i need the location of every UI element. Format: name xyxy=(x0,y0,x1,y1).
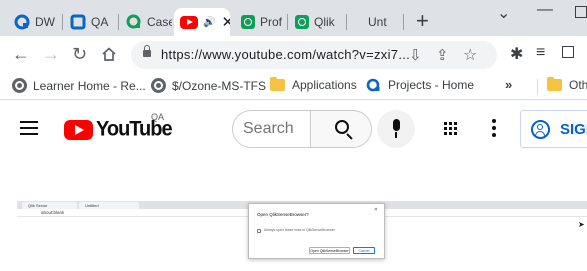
search-input[interactable]: Search xyxy=(232,110,310,148)
tab-separator xyxy=(62,14,63,30)
minimize-icon[interactable]: — xyxy=(537,1,553,19)
bookmark-label: Projects - Home xyxy=(388,78,475,92)
search-placeholder: Search xyxy=(243,120,294,137)
bookmark-label: Other xyxy=(569,78,587,92)
tab-dw[interactable]: DW xyxy=(8,8,63,36)
bookmark-learner-home[interactable]: Learner Home - Re... xyxy=(12,78,146,93)
youtube-play-icon xyxy=(64,119,93,140)
tab-label: DW xyxy=(35,15,55,29)
voice-search-button[interactable] xyxy=(377,110,415,148)
youtube-icon xyxy=(180,15,198,29)
forward-arrow-icon[interactable]: → xyxy=(42,45,60,63)
folder-icon xyxy=(547,77,562,91)
dialog-cancel-button: Cancel xyxy=(353,247,375,254)
search-button[interactable] xyxy=(310,110,372,148)
home-icon[interactable] xyxy=(101,46,117,62)
video-frame-browser: Qlik Sense Untitled about:blank Open Qli… xyxy=(17,201,587,271)
bookmarks-bar: Learner Home - Re... $/Ozone-MS-TFS Appl… xyxy=(0,73,587,100)
side-panel-icon[interactable] xyxy=(562,46,574,58)
share-icon[interactable]: ⇪ xyxy=(436,46,449,64)
mouse-cursor-icon: ➤ xyxy=(578,220,585,229)
bookmark-label: $/Ozone-MS-TFS xyxy=(172,78,267,93)
back-arrow-icon[interactable]: ← xyxy=(12,45,30,63)
close-icon[interactable]: ✕ xyxy=(221,13,230,31)
extensions-puzzle-icon[interactable]: ✱ xyxy=(510,44,523,64)
bookmark-star-icon[interactable]: ☆ xyxy=(463,45,477,65)
tab-youtube-active[interactable]: 🔊 ✕ xyxy=(174,8,230,36)
bookmark-projects-home[interactable]: Projects - Home xyxy=(366,78,474,92)
tab-strip: DW QA Case 🔊 ✕ Prof Qlik Unt + ⌄ — xyxy=(0,0,587,36)
bookmark-divider xyxy=(537,79,538,95)
tab-separator xyxy=(118,14,119,30)
tab-separator xyxy=(287,14,288,30)
green-search-icon xyxy=(241,15,255,29)
tab-untitled[interactable]: Unt xyxy=(362,8,404,36)
audio-icon[interactable]: 🔊 xyxy=(203,17,215,28)
qlik-q-icon xyxy=(14,14,30,30)
lock-icon[interactable] xyxy=(143,45,151,58)
more-bookmarks-chevron[interactable]: » xyxy=(505,77,512,92)
install-app-icon[interactable]: ⇩ xyxy=(409,46,422,64)
globe-icon xyxy=(151,78,166,93)
green-search-icon xyxy=(295,15,309,29)
tab-label: Case xyxy=(147,15,172,29)
qlik-q-icon xyxy=(70,14,86,30)
user-avatar-icon xyxy=(531,119,550,139)
tab-separator xyxy=(403,14,404,30)
region-code: QA xyxy=(151,112,165,122)
hamburger-menu-icon[interactable] xyxy=(20,121,38,135)
sign-in-button[interactable]: SIGN IN xyxy=(520,110,587,148)
more-options-icon[interactable] xyxy=(492,119,496,137)
qlik-q-icon xyxy=(366,78,380,92)
globe-icon xyxy=(12,78,27,93)
tab-separator xyxy=(346,14,347,30)
open-app-dialog: Open QlikSenseBrowser? ✕ Always open the… xyxy=(248,203,385,259)
mini-tab: Qlik Sense xyxy=(22,202,77,209)
reading-list-icon[interactable]: ≡ xyxy=(536,44,545,62)
bookmark-other[interactable]: Other xyxy=(547,77,587,92)
bookmark-applications[interactable]: Applications xyxy=(270,77,357,92)
mini-url: about:blank xyxy=(41,210,65,215)
dialog-title: Open QlikSenseBrowser? xyxy=(257,212,309,217)
dialog-checkbox-label: Always open these links in QlikSenseBrow… xyxy=(264,228,335,232)
dialog-open-button: Open QlikSenseBrowser xyxy=(309,247,350,254)
tab-label: QA xyxy=(91,15,109,29)
dialog-checkbox xyxy=(257,229,261,233)
new-tab-button[interactable]: + xyxy=(416,10,429,32)
tab-label: Prof xyxy=(260,15,283,29)
tab-prof[interactable]: Prof xyxy=(235,8,288,36)
address-bar[interactable]: https://www.youtube.com/watch?v=zxi7... … xyxy=(131,41,497,69)
maximize-icon[interactable] xyxy=(575,6,587,18)
tab-case[interactable]: Case xyxy=(120,8,172,36)
video-player[interactable]: Qlik Sense Untitled about:blank Open Qli… xyxy=(0,157,587,271)
bookmark-ozone-tfs[interactable]: $/Ozone-MS-TFS xyxy=(151,78,266,93)
search-icon xyxy=(335,120,349,134)
tab-label: Unt xyxy=(368,15,387,29)
folder-icon xyxy=(270,77,285,91)
reload-icon[interactable]: ↻ xyxy=(72,45,87,63)
tab-qlik[interactable]: Qlik xyxy=(289,8,347,36)
mini-tab: Untitled xyxy=(79,202,139,209)
youtube-masthead: YouTube QA Search SIGN IN xyxy=(0,100,587,157)
close-icon: ✕ xyxy=(373,207,378,213)
tab-search-chevron-icon[interactable]: ⌄ xyxy=(497,3,510,23)
apps-grid-icon[interactable] xyxy=(444,122,457,135)
sign-in-label: SIGN IN xyxy=(560,120,587,138)
browser-toolbar: ← → ↻ https://www.youtube.com/watch?v=zx… xyxy=(0,36,587,73)
tab-qa[interactable]: QA xyxy=(64,8,119,36)
qlik-green-icon xyxy=(126,14,141,29)
bookmark-label: Applications xyxy=(292,78,357,92)
microphone-icon xyxy=(393,119,400,131)
bookmark-label: Learner Home - Re... xyxy=(33,78,146,93)
url-text[interactable]: https://www.youtube.com/watch?v=zxi7... xyxy=(161,47,410,62)
tab-label: Qlik xyxy=(314,15,335,29)
